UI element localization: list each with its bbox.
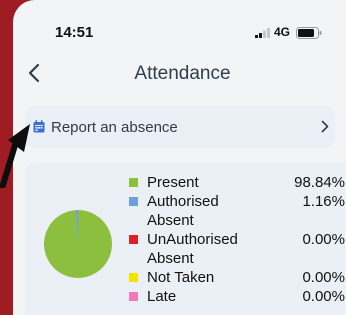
chevron-right-icon (321, 120, 329, 133)
legend-swatch-present (129, 178, 138, 187)
legend-label-not-taken: Not Taken (147, 269, 215, 286)
legend-swatch-late (129, 292, 138, 301)
legend-label-unauthorised-absent: UnAuthorised Absent (147, 231, 238, 267)
attendance-summary-card: Present 98.84% Authorised Absent 1.16% U… (25, 163, 345, 315)
phone-screen: 14:51 4G Attendance Report an absence Pr… (13, 0, 346, 315)
legend-value-not-taken: 0.00% (302, 269, 345, 286)
legend-value-authorised-absent: 1.16% (302, 193, 345, 210)
legend-row-authorised-absent: Authorised Absent 1.16% (129, 192, 345, 230)
nav-bar: Attendance (13, 56, 346, 90)
legend-row-not-taken: Not Taken 0.00% (129, 268, 345, 287)
page-title: Attendance (134, 63, 231, 84)
legend-value-late: 0.00% (302, 288, 345, 305)
legend-row-late: Late 0.00% (129, 287, 345, 306)
status-time: 14:51 (55, 24, 94, 41)
legend-row-present: Present 98.84% (129, 173, 345, 192)
legend-value-unauthorised-absent: 0.00% (302, 231, 345, 248)
legend-label-late: Late (147, 288, 177, 305)
attendance-legend: Present 98.84% Authorised Absent 1.16% U… (129, 173, 345, 306)
report-absence-button[interactable]: Report an absence (25, 106, 335, 148)
legend-row-unauthorised-absent: UnAuthorised Absent 0.00% (129, 230, 345, 268)
legend-swatch-authorised-absent (129, 197, 138, 206)
attendance-pie-chart (44, 210, 112, 278)
legend-swatch-not-taken (129, 273, 138, 282)
status-bar: 14:51 4G (13, 0, 346, 62)
calendar-icon (33, 120, 45, 133)
legend-label-present: Present (147, 174, 199, 191)
battery-icon (296, 27, 322, 39)
signal-icon (255, 28, 270, 38)
network-label: 4G (274, 25, 291, 39)
legend-value-present: 98.84% (294, 174, 345, 191)
legend-swatch-unauthorised-absent (129, 235, 138, 244)
annotation-arrow (0, 124, 30, 188)
report-absence-label: Report an absence (51, 119, 178, 136)
legend-label-authorised-absent: Authorised Absent (147, 193, 219, 229)
